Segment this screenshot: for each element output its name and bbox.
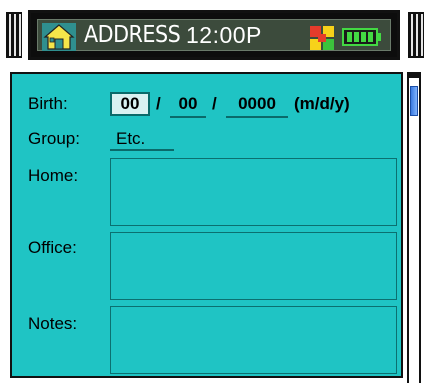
office-label: Office: (28, 238, 77, 257)
device-frame: ADDRESS 12:00P Birth: 00 / 00 / 0000 (m/… (0, 0, 430, 383)
notes-textarea[interactable] (110, 306, 397, 374)
scrollbar-cap (409, 72, 419, 78)
battery-icon (342, 28, 381, 46)
birth-day-field[interactable]: 00 (170, 92, 206, 118)
home-textarea[interactable] (110, 158, 397, 226)
group-label: Group: (28, 129, 80, 148)
home-icon[interactable] (42, 23, 76, 51)
date-format-hint: (m/d/y) (294, 94, 350, 113)
title-bar-inner: ADDRESS 12:00P (37, 19, 391, 51)
title-bar: ADDRESS 12:00P (28, 10, 400, 60)
right-grille (408, 12, 424, 58)
date-separator: / (212, 94, 217, 113)
app-title: ADDRESS (84, 22, 181, 48)
scroll-thumb[interactable] (410, 86, 418, 116)
office-textarea[interactable] (110, 232, 397, 300)
birth-label: Birth: (28, 94, 68, 113)
home-label: Home: (28, 166, 79, 185)
notes-label: Notes: (28, 314, 78, 333)
address-form: Birth: 00 / 00 / 0000 (m/d/y) Group: Etc… (10, 72, 403, 378)
clock-time: 12:00P (186, 22, 262, 48)
birth-year-field[interactable]: 0000 (226, 92, 288, 118)
app-switch-icon[interactable] (310, 26, 334, 50)
date-separator: / (156, 94, 161, 113)
birth-month-field[interactable]: 00 (110, 92, 150, 116)
vertical-scrollbar[interactable] (407, 72, 421, 383)
group-field[interactable]: Etc. (110, 127, 174, 151)
left-grille (6, 12, 22, 58)
